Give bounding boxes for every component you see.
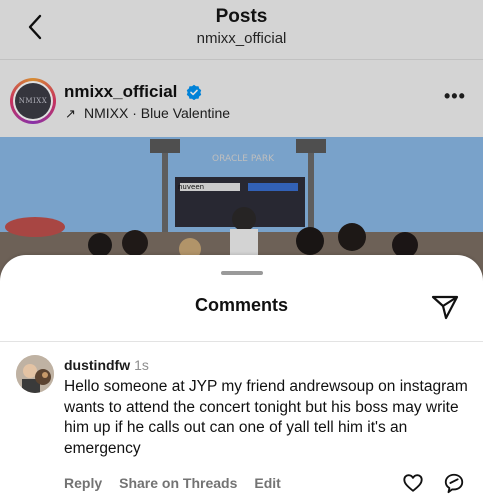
reply-button[interactable]: Reply <box>64 475 102 491</box>
photo-board-text: nuveen <box>178 183 204 191</box>
more-options-icon[interactable]: ••• <box>444 86 466 107</box>
top-bar: Posts nmixx_official <box>0 0 483 58</box>
music-song: Blue Valentine <box>140 105 231 121</box>
post-background: Posts nmixx_official NMIXX nmixx_officia… <box>0 0 483 290</box>
avatar: NMIXX <box>15 83 51 119</box>
commenter-avatar[interactable] <box>16 355 54 393</box>
header-divider <box>0 59 483 60</box>
comment-username[interactable]: dustindfw <box>64 357 130 373</box>
page-title: Posts <box>215 6 268 27</box>
post-username[interactable]: nmixx_official <box>64 82 177 102</box>
commenter-photo <box>16 355 54 393</box>
verified-badge-icon <box>186 84 202 100</box>
heart-icon[interactable] <box>402 472 424 494</box>
comments-title: Comments <box>194 295 288 315</box>
story-ring[interactable]: NMIXX <box>10 78 56 124</box>
comments-sheet: Comments dustindfw 1s Hello someone at JY… <box>0 255 483 500</box>
drag-handle[interactable] <box>221 271 263 275</box>
comment-actions: Reply Share on Threads Edit <box>64 475 298 491</box>
send-icon[interactable] <box>430 292 460 322</box>
music-artist: NMIXX <box>84 105 129 121</box>
comment-text: Hello someone at JYP my friend andrewsou… <box>64 378 468 457</box>
comment-time: 1s <box>134 357 149 373</box>
photo-sign-text: ORACLE PARK <box>212 154 275 164</box>
page-subtitle: nmixx_official <box>196 30 287 47</box>
translate-icon[interactable] <box>443 472 465 494</box>
edit-button[interactable]: Edit <box>254 475 280 491</box>
trending-arrow-icon: ↗ <box>65 106 76 121</box>
music-separator: · <box>132 105 137 121</box>
share-threads-button[interactable]: Share on Threads <box>119 475 237 491</box>
comment-header: dustindfw 1s <box>64 357 149 373</box>
music-info[interactable]: NMIXX · Blue Valentine <box>84 105 230 121</box>
sheet-divider <box>0 341 483 342</box>
